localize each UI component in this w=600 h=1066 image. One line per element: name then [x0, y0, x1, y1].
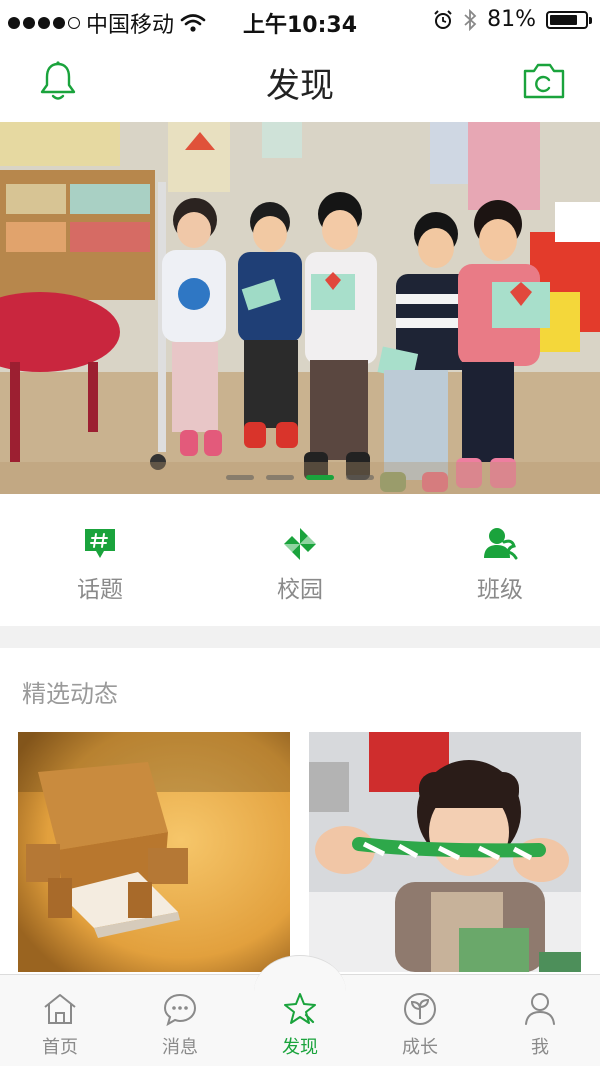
tab-bar: 首页 消息 发现 成长 我	[0, 955, 600, 1066]
featured-photo-girl-craft	[309, 732, 581, 972]
quick-entries: 话题 校园 班级	[0, 494, 600, 626]
banner-indicator-dot[interactable]	[266, 475, 294, 480]
banner-indicator-dot[interactable]	[346, 475, 374, 480]
campus-entry[interactable]: 校园	[200, 494, 400, 626]
battery-icon	[546, 10, 592, 29]
camera-icon	[523, 63, 565, 99]
class-entry[interactable]: 班级	[400, 494, 600, 626]
status-bar: 中国移动 上午10:34 81%	[0, 0, 600, 40]
tab-me-label: 我	[531, 1037, 549, 1058]
topic-label: 话题	[77, 577, 123, 603]
status-right: 81%	[433, 7, 592, 32]
campus-label: 校园	[277, 577, 323, 603]
tab-discover[interactable]: 发现	[240, 975, 360, 1066]
tab-messages-label: 消息	[162, 1037, 198, 1058]
battery-percent: 81%	[487, 7, 536, 32]
tab-growth[interactable]: 成长	[360, 975, 480, 1066]
alarm-icon	[434, 9, 452, 29]
featured-photo-cardboard-robot	[18, 732, 290, 972]
tab-messages[interactable]: 消息	[120, 975, 240, 1066]
topic-hash-icon	[85, 529, 115, 558]
section-divider	[0, 626, 600, 648]
banner-indicator-dot[interactable]	[306, 475, 334, 480]
tab-me[interactable]: 我	[480, 975, 600, 1066]
featured-post-card[interactable]	[18, 732, 290, 972]
bluetooth-icon	[464, 8, 477, 31]
user-icon	[525, 993, 555, 1025]
campus-pinwheel-icon	[284, 528, 316, 560]
topic-entry[interactable]: 话题	[0, 494, 200, 626]
banner-carousel[interactable]	[0, 122, 600, 494]
tab-home[interactable]: 首页	[0, 975, 120, 1066]
class-person-icon	[484, 528, 518, 560]
tab-discover-label: 发现	[282, 1037, 318, 1058]
camera-button[interactable]	[518, 56, 570, 106]
featured-post-card[interactable]	[309, 732, 581, 972]
featured-section-title: 精选动态	[22, 680, 118, 708]
message-icon	[163, 993, 197, 1027]
banner-photo	[0, 122, 600, 494]
discover-star-icon	[284, 993, 316, 1024]
banner-page-indicator	[0, 475, 600, 480]
class-label: 班级	[477, 577, 523, 603]
page-title: 发现	[266, 66, 334, 106]
tab-growth-label: 成长	[402, 1037, 438, 1058]
tab-home-label: 首页	[42, 1037, 78, 1058]
sprout-icon	[404, 993, 436, 1025]
home-icon	[44, 994, 76, 1024]
nav-bar: 发现	[0, 40, 600, 122]
banner-indicator-dot[interactable]	[226, 475, 254, 480]
